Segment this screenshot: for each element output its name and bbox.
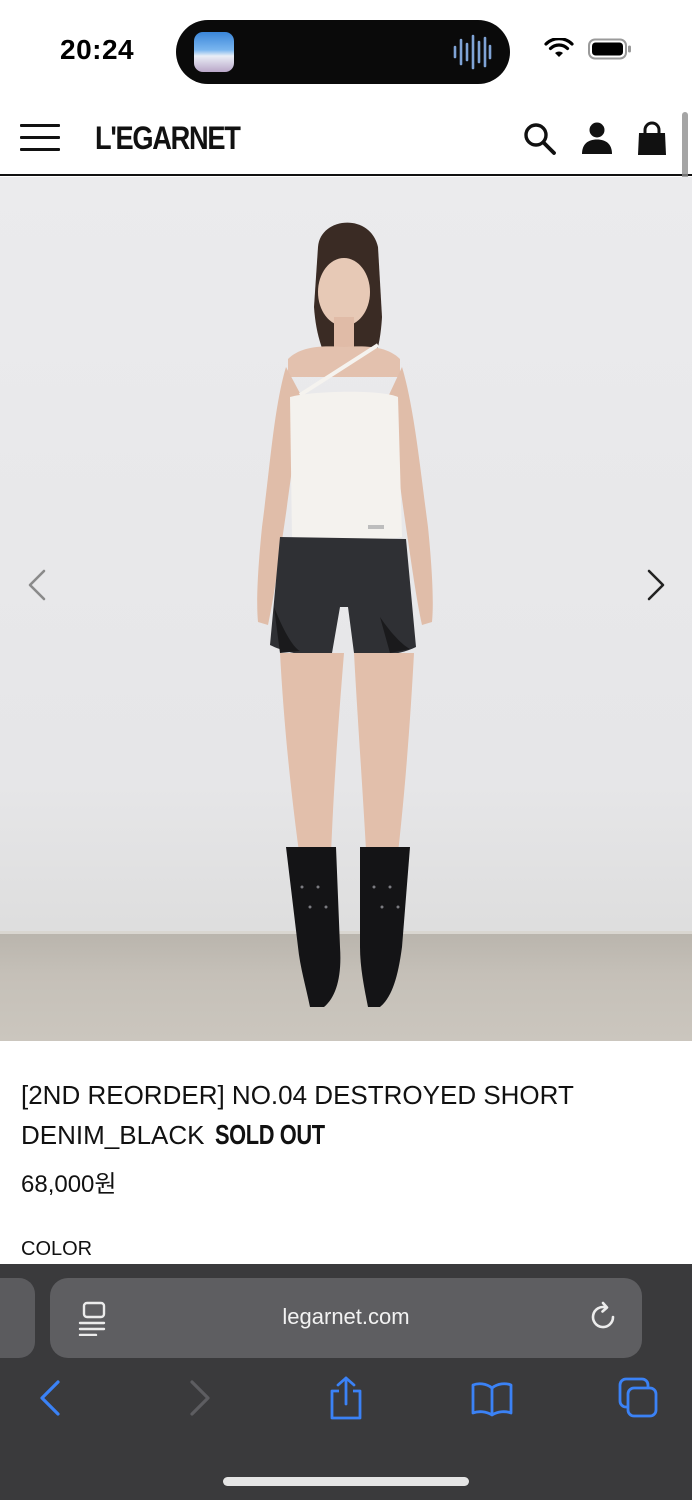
color-option-label: COLOR [21, 1238, 93, 1260]
audio-waveform-icon [453, 34, 492, 70]
status-time: 20:24 [60, 34, 135, 65]
previous-tab-preview[interactable] [0, 1278, 35, 1358]
home-indicator[interactable] [223, 1477, 469, 1486]
search-icon[interactable] [521, 120, 557, 156]
forward-icon[interactable] [178, 1376, 222, 1420]
product-title-block: [2ND REORDER] NO.04 DESTROYED SHORT DENI… [21, 1076, 661, 1155]
status-bar: 20:24 [0, 0, 692, 100]
site-header: L'EGARNET [0, 100, 692, 176]
sold-out-badge: SOLD OUT [214, 1119, 325, 1150]
reload-icon[interactable] [586, 1300, 620, 1334]
back-icon[interactable] [28, 1376, 72, 1420]
tabs-icon[interactable] [616, 1376, 660, 1420]
brand-logo[interactable]: L'EGARNET [95, 120, 241, 157]
status-indicators [544, 38, 632, 60]
browser-toolbar: legarnet.com [0, 1264, 692, 1500]
bag-icon[interactable] [634, 120, 670, 156]
bookmarks-icon[interactable] [470, 1376, 514, 1420]
wifi-icon [544, 38, 574, 57]
chevron-left-icon[interactable] [22, 567, 52, 603]
account-icon[interactable] [579, 120, 615, 156]
dynamic-island[interactable] [176, 20, 510, 84]
share-icon[interactable] [324, 1376, 368, 1420]
product-model-photo [257, 222, 433, 1007]
battery-icon [588, 38, 631, 60]
chevron-right-icon[interactable] [641, 567, 671, 603]
now-playing-artwork-icon [194, 32, 234, 72]
address-bar[interactable]: legarnet.com [50, 1278, 642, 1358]
url-text: legarnet.com [282, 1304, 410, 1329]
hamburger-menu-icon[interactable] [20, 124, 60, 152]
product-price: 68,000원 [21, 1171, 117, 1198]
product-image-carousel[interactable] [0, 177, 692, 1041]
